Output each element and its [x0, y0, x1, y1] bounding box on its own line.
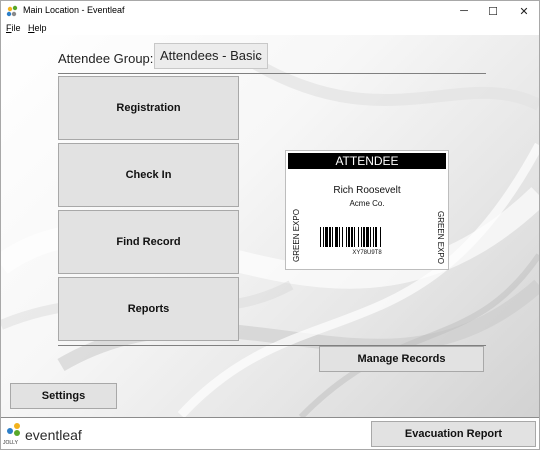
attendee-group-value: Attendees - Basic [160, 48, 262, 63]
attendee-group-select[interactable]: Attendees - Basic ⌄ [154, 43, 268, 69]
menu-file[interactable]: File [6, 23, 21, 33]
badge-side-label-right: GREEN EXPO [435, 211, 445, 264]
app-window: Main Location - Eventleaf ─ ☐ ✕ File Hel… [0, 0, 540, 450]
evacuation-report-button[interactable]: Evacuation Report [371, 421, 536, 447]
manage-records-button[interactable]: Manage Records [319, 346, 484, 372]
attendee-group-label: Attendee Group: [58, 51, 154, 66]
main-panel: Attendee Group: Attendees - Basic ⌄ Regi… [1, 35, 539, 417]
footer-bar: JOLLY eventleaf Evacuation Report [1, 417, 539, 449]
badge-header: ATTENDEE [288, 153, 446, 169]
maximize-button[interactable]: ☐ [478, 1, 508, 21]
title-bar: Main Location - Eventleaf ─ ☐ ✕ [1, 1, 539, 21]
eventleaf-logo-text: eventleaf [25, 427, 82, 443]
find-record-button[interactable]: Find Record [58, 210, 239, 274]
window-title: Main Location - Eventleaf [23, 5, 125, 15]
settings-button[interactable]: Settings [10, 383, 117, 409]
close-button[interactable]: ✕ [509, 1, 539, 21]
menu-help[interactable]: Help [28, 23, 47, 33]
badge-attendee-name: Rich Roosevelt [333, 185, 401, 196]
barcode-number: XY78U9T8 [352, 250, 382, 256]
top-divider [58, 73, 486, 74]
registration-button[interactable]: Registration [58, 76, 239, 140]
reports-button[interactable]: Reports [58, 277, 239, 341]
barcode [320, 227, 381, 247]
menu-bar: File Help [1, 21, 539, 35]
eventleaf-app-icon [6, 5, 18, 17]
minimize-button[interactable]: ─ [449, 1, 479, 21]
jolly-logo-icon [7, 423, 20, 436]
badge-preview: ATTENDEE Rich Roosevelt Acme Co. GREEN E… [285, 150, 449, 270]
jolly-logo-text: JOLLY [3, 440, 18, 446]
chevron-down-icon: ⌄ [254, 51, 262, 61]
check-in-button[interactable]: Check In [58, 143, 239, 207]
badge-company: Acme Co. [349, 199, 385, 208]
